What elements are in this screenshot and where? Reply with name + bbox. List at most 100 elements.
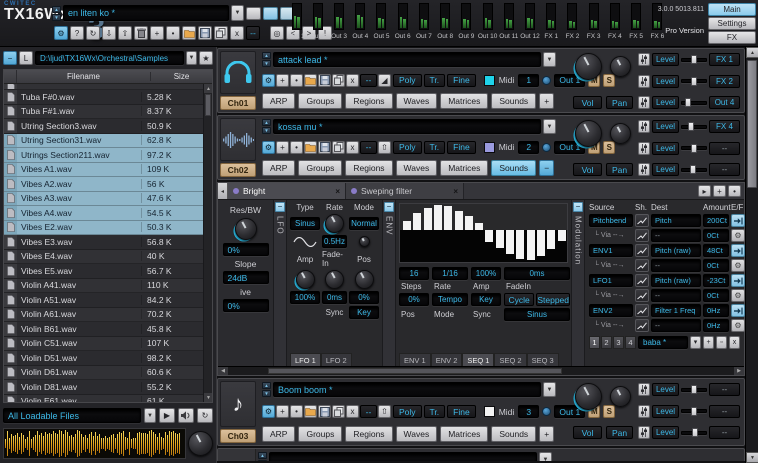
size-column-header[interactable]: Size bbox=[150, 72, 212, 81]
file-row[interactable]: Utring Section3.wav50.9 K bbox=[4, 119, 203, 134]
close-tab-icon[interactable]: × bbox=[453, 187, 458, 196]
send-dest-field[interactable]: -- bbox=[709, 142, 740, 155]
seq-step-bar[interactable] bbox=[496, 230, 504, 248]
partial-strip-spinner[interactable]: ▲▼ bbox=[258, 452, 267, 461]
nav-fx-button[interactable]: FX bbox=[708, 31, 756, 44]
mod-dest-field[interactable]: Pitch (raw) bbox=[651, 274, 701, 287]
file-row[interactable]: Vibes E2.wav50.3 K bbox=[4, 221, 203, 236]
scroll-up-arrow-icon[interactable]: ▲ bbox=[204, 84, 213, 93]
add-button[interactable]: + bbox=[276, 74, 289, 87]
lfo-rate-knob[interactable] bbox=[325, 214, 344, 233]
seq-step-bar[interactable] bbox=[547, 230, 555, 249]
mod-gear-button[interactable]: ⚙ bbox=[731, 259, 745, 272]
transpose-button[interactable]: Tr. bbox=[424, 141, 446, 154]
mod-dest-field[interactable]: -- bbox=[651, 289, 701, 302]
mod-amount-field[interactable]: 0Hz bbox=[703, 304, 729, 317]
tab-scroll-left-icon[interactable]: ◂ bbox=[218, 183, 228, 199]
mod-page-2[interactable]: 2 bbox=[601, 336, 612, 349]
editor-horizontal-scrollbar[interactable]: ◀ ▶ bbox=[218, 366, 744, 375]
program-dropdown-arrow[interactable]: ▼ bbox=[543, 119, 556, 134]
mod-dest-field[interactable]: Filter 1 Freq bbox=[651, 304, 701, 317]
tab-regions[interactable]: Regions bbox=[345, 160, 392, 176]
mod-amount-field[interactable]: 0Ct bbox=[703, 259, 729, 272]
seq-fadein-value[interactable]: 0ms bbox=[504, 267, 570, 280]
tab-env-1[interactable]: ENV 1 bbox=[399, 353, 431, 366]
mod-dest-field[interactable]: -- bbox=[651, 229, 701, 242]
seq-step-bar[interactable] bbox=[465, 216, 473, 230]
record-button[interactable]: • bbox=[290, 74, 303, 87]
mod-source-field[interactable]: ENV1 bbox=[589, 244, 633, 257]
preview-play-button[interactable]: ▶ bbox=[159, 408, 175, 423]
mod-shape-button[interactable] bbox=[635, 319, 649, 332]
partial-strip-dropdown-arrow[interactable]: ▼ bbox=[539, 452, 552, 461]
pan-knob[interactable] bbox=[610, 56, 631, 77]
filename-column-header[interactable]: Filename bbox=[17, 72, 150, 81]
mod-dest-field[interactable]: Pitch bbox=[651, 214, 701, 227]
sync-button[interactable]: ↻ bbox=[86, 26, 100, 40]
seq-step-bar[interactable] bbox=[527, 230, 535, 260]
mod-page-3[interactable]: 3 bbox=[613, 336, 624, 349]
poly-button[interactable]: Poly bbox=[393, 141, 422, 154]
mod-amount-field[interactable]: -23Ct bbox=[703, 274, 729, 287]
contrast-button[interactable]: ◢ bbox=[378, 74, 391, 87]
trash-button[interactable] bbox=[134, 26, 148, 40]
seq-steps-value[interactable]: 16 bbox=[399, 267, 429, 280]
file-row[interactable]: Violin A51.wav84.2 K bbox=[4, 293, 203, 308]
midi-channel-field[interactable]: 1 bbox=[518, 74, 539, 87]
add-tab-button[interactable]: + bbox=[539, 93, 554, 109]
mod-preset-save-button[interactable]: ▫ bbox=[716, 336, 727, 349]
slider-thumb[interactable] bbox=[691, 144, 697, 153]
file-row[interactable]: Vibes A3.wav47.6 K bbox=[4, 192, 203, 207]
mod-envelope-button[interactable] bbox=[731, 214, 745, 227]
tab-arp[interactable]: ARP bbox=[262, 160, 295, 176]
drive-value[interactable]: 0% bbox=[223, 299, 269, 312]
collapse-modulation-button[interactable]: − bbox=[573, 202, 583, 212]
program-spinner[interactable]: ▲▼ bbox=[262, 119, 271, 134]
mod-shape-button[interactable] bbox=[635, 289, 649, 302]
seq-step-bar[interactable] bbox=[403, 221, 411, 230]
channel-button-ch02[interactable]: Ch02 bbox=[220, 163, 256, 177]
send-dest-field[interactable]: Out 4 bbox=[709, 96, 740, 109]
browser-collapse-button[interactable]: − bbox=[3, 51, 17, 65]
add-button[interactable]: + bbox=[276, 141, 289, 154]
tab-waves[interactable]: Waves bbox=[396, 426, 438, 442]
mod-dest-field[interactable]: -- bbox=[651, 259, 701, 272]
seq-amp-value[interactable]: 100% bbox=[471, 267, 501, 280]
send-dest-field[interactable]: -- bbox=[709, 405, 740, 418]
slider-thumb[interactable] bbox=[691, 385, 697, 394]
channel-button-ch03[interactable]: Ch03 bbox=[220, 429, 256, 443]
send-level-slider[interactable] bbox=[681, 120, 707, 133]
transpose-button[interactable]: Tr. bbox=[424, 405, 446, 418]
transpose-button[interactable]: Tr. bbox=[424, 74, 446, 87]
fine-tune-button[interactable]: Fine bbox=[447, 405, 476, 418]
lfo-amp-value[interactable]: 100% bbox=[290, 291, 320, 304]
file-list-scrollbar[interactable]: ▲ ▼ bbox=[203, 84, 212, 402]
seq-step-bar[interactable] bbox=[558, 230, 566, 241]
mod-source-field[interactable]: Pitchbend bbox=[589, 214, 633, 227]
mod-preset-add-button[interactable]: + bbox=[703, 336, 714, 349]
lfo-fadein-knob[interactable] bbox=[325, 270, 344, 289]
upload-button[interactable]: ⇧ bbox=[378, 141, 391, 154]
channel-color-swatch[interactable] bbox=[484, 75, 495, 86]
level-button[interactable]: Level bbox=[652, 96, 679, 109]
record-dot-icon[interactable]: • bbox=[728, 185, 741, 197]
performance-name-field[interactable]: en liten ko * bbox=[63, 5, 229, 21]
tab-waves[interactable]: Waves bbox=[396, 93, 438, 109]
tab-env-2[interactable]: ENV 2 bbox=[431, 353, 463, 366]
tab-regions[interactable]: Regions bbox=[345, 426, 392, 442]
file-filter-dropdown-arrow[interactable]: ▼ bbox=[144, 408, 156, 423]
mod-envelope-button[interactable] bbox=[731, 304, 745, 317]
lfo-pos-knob[interactable] bbox=[359, 236, 370, 247]
hscroll-thumb[interactable] bbox=[268, 368, 561, 374]
channel-button-ch01[interactable]: Ch01 bbox=[220, 96, 256, 110]
pan-knob[interactable] bbox=[610, 123, 631, 144]
delete-button[interactable]: x bbox=[346, 405, 359, 418]
file-row[interactable]: Vibes E5.wav56.7 K bbox=[4, 264, 203, 279]
partial-strip-name-field[interactable] bbox=[269, 452, 537, 461]
tab-groups[interactable]: Groups bbox=[298, 426, 342, 442]
folder-button[interactable] bbox=[304, 74, 317, 87]
file-row[interactable]: Utrings Section211.wav97.2 K bbox=[4, 148, 203, 163]
preview-speaker-button[interactable] bbox=[178, 408, 194, 423]
tab-scroll-right-icon[interactable]: ▸ bbox=[698, 185, 711, 197]
seq-step-bar[interactable] bbox=[537, 230, 545, 256]
